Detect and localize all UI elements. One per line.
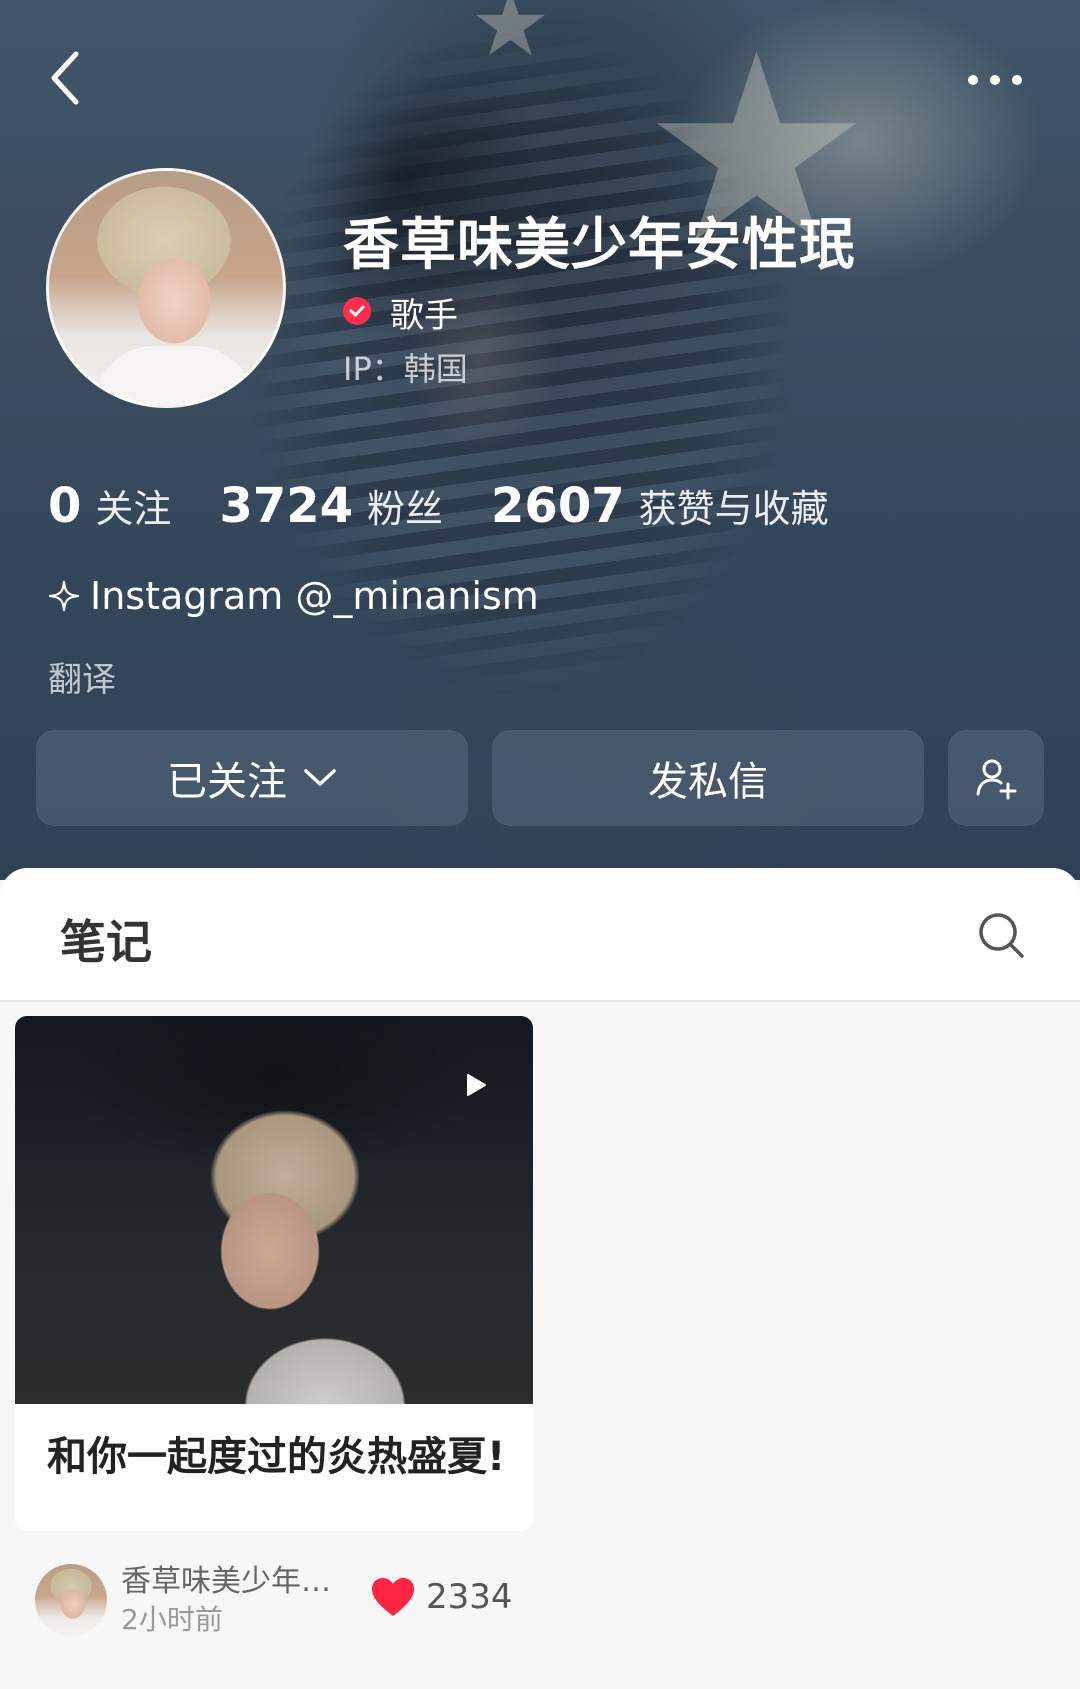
profile-stats: 0 关注 3724 粉丝 2607 获赞与收藏 [48,478,877,534]
stat-followers-value: 3724 [219,478,354,534]
stat-following-label: 关注 [95,487,172,531]
like-button[interactable]: 2334 [370,1576,513,1618]
tab-notes[interactable]: 笔记 [60,906,152,972]
sparkle-icon [48,580,80,612]
bio-text: Instagram @_minanism [90,574,539,618]
add-user-icon [976,759,1017,800]
note-title[interactable]: 和你一起度过的炎热盛夏! [47,1426,517,1488]
like-count: 2334 [426,1577,513,1617]
profile-name: 香草味美少年安性珉 [343,213,856,278]
heart-icon [372,1578,414,1616]
stat-likes-value: 2607 [491,478,625,534]
author-name[interactable]: 香草味美少年… [121,1556,331,1600]
stat-likes-collects[interactable]: 2607 获赞与收藏 [491,478,829,534]
add-friend-button[interactable] [948,730,1044,826]
notes-panel: 笔记 和你一起度过的炎热盛夏! 香草味美少年… 2小时前 2334 [0,868,1080,1689]
chevron-left-icon [51,51,79,105]
note-card[interactable]: 和你一起度过的炎热盛夏! [15,1016,533,1531]
note-cover-image[interactable] [15,1016,533,1404]
search-icon[interactable] [976,910,1026,960]
more-dots-icon [968,75,1022,85]
author-avatar[interactable] [35,1564,107,1636]
send-message-label: 发私信 [648,759,768,805]
profile-avatar[interactable] [46,168,286,408]
background-star-small: ★ [470,0,551,77]
notes-tabbar: 笔记 [0,868,1080,1002]
stat-following-value: 0 [48,478,82,534]
profile-role: 歌手 [390,296,458,336]
profile-bio: Instagram @_minanism [48,574,539,618]
stat-following[interactable]: 0 关注 [48,478,171,534]
verified-check-icon [343,297,371,325]
back-button[interactable] [48,48,88,108]
more-options-button[interactable] [965,70,1025,90]
stat-followers-label: 粉丝 [367,487,444,531]
followed-dropdown-button[interactable]: 已关注 [36,730,468,826]
followed-label: 已关注 [167,759,287,805]
note-time: 2小时前 [121,1603,223,1636]
profile-header: ★ ★ 香草味美少年安性珉 歌手 IP：韩国 0 关注 3724 粉丝 2607… [0,0,1080,880]
ip-location: IP：韩国 [343,350,468,388]
send-message-button[interactable]: 发私信 [492,730,924,826]
stat-followers[interactable]: 3724 粉丝 [219,478,443,534]
stat-likes-label: 获赞与收藏 [638,487,829,531]
translate-link[interactable]: 翻译 [48,652,116,701]
video-play-icon [467,1074,486,1096]
chevron-down-icon [304,769,336,786]
note-footer: 香草味美少年… 2小时前 2334 [15,1556,533,1648]
